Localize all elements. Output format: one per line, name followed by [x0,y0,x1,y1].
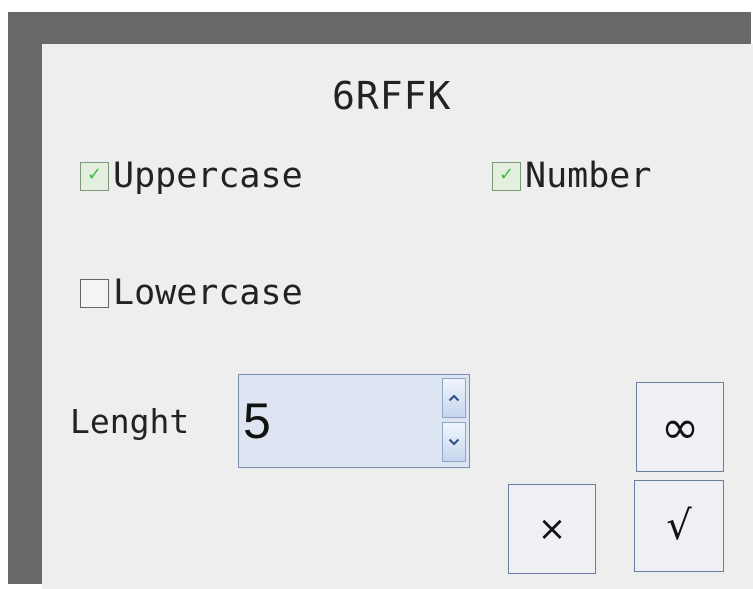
checkbox-box[interactable]: ✓ [492,161,521,191]
checkbox-box[interactable] [80,278,109,308]
infinity-icon: ∞ [660,400,700,454]
length-spinbox[interactable]: 5 [238,374,470,468]
length-value[interactable]: 5 [243,393,271,449]
window-frame: 6RFFK ✓ Uppercase ✓ Number Lowercase Len… [8,12,753,589]
generated-password-display: 6RFFK [332,74,452,118]
lowercase-label: Lowercase [113,273,303,313]
check-mark-icon: ✓ [86,163,103,185]
number-checkbox[interactable]: ✓ Number [492,156,651,196]
infinity-button[interactable]: ∞ [636,382,724,472]
lowercase-checkbox[interactable]: Lowercase [80,273,303,313]
uppercase-checkbox[interactable]: ✓ Uppercase [80,156,303,196]
number-label: Number [525,156,652,196]
checkbox-box[interactable]: ✓ [80,161,109,191]
confirm-button[interactable]: √ [634,480,724,572]
uppercase-label: Uppercase [113,156,303,196]
check-mark-icon: ✓ [498,163,515,185]
chevron-up-icon [448,394,460,402]
password-generator-dialog: 6RFFK ✓ Uppercase ✓ Number Lowercase Len… [42,44,753,589]
length-label: Lenght [70,402,190,441]
decrement-button[interactable] [442,422,466,462]
check-icon: √ [666,503,692,549]
increment-button[interactable] [442,378,466,418]
close-icon: × [537,509,567,549]
chevron-down-icon [448,438,460,446]
cancel-button[interactable]: × [508,484,596,574]
